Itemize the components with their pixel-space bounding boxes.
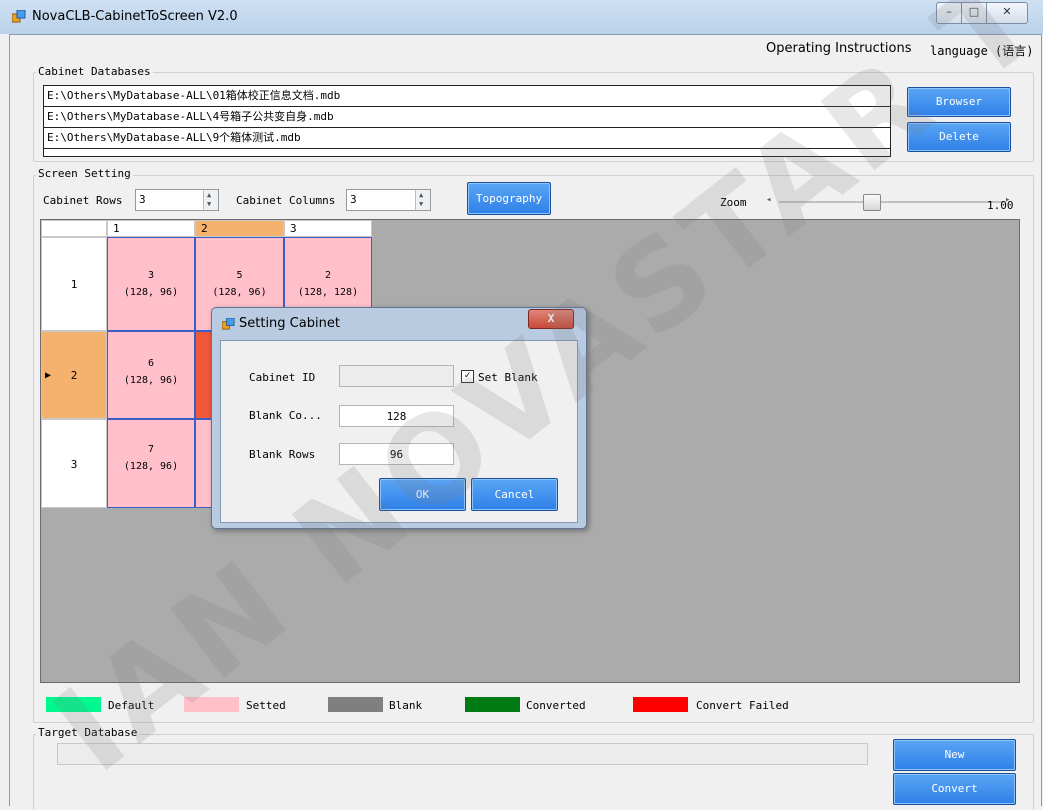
blank-rows-label: Blank Rows xyxy=(249,448,316,461)
spinner-arrows[interactable]: ▲ ▼ xyxy=(415,190,430,210)
cabinet-rows-label: Cabinet Rows xyxy=(43,194,123,207)
slider-thumb[interactable] xyxy=(863,194,881,211)
ok-button[interactable]: OK xyxy=(379,478,466,511)
legend-swatch-setted xyxy=(184,697,239,712)
new-button[interactable]: New xyxy=(893,739,1016,771)
blank-rows-input[interactable]: 96 xyxy=(339,443,454,465)
database-list[interactable]: E:\Others\MyDatabase-ALL\01箱体校正信息文档.mdb … xyxy=(43,85,891,157)
legend-label-converted: Converted xyxy=(526,699,586,712)
slider-left-arrow-icon[interactable]: ◂ xyxy=(766,195,771,205)
legend-label-default: Default xyxy=(108,699,155,712)
blank-cols-input[interactable]: 128 xyxy=(339,405,454,427)
legend-label-blank: Blank xyxy=(389,699,423,712)
cabinet-databases-label: Cabinet Databases xyxy=(36,65,153,78)
cabinet-cell-id: 7 xyxy=(147,444,155,455)
spin-down-icon[interactable]: ▼ xyxy=(207,200,211,208)
database-list-item[interactable]: E:\Others\MyDatabase-ALL\4号箱子公共变自身.mdb xyxy=(44,107,890,128)
dialog-close-button[interactable]: X xyxy=(528,309,574,329)
cabinet-cell-size: (128, 128) xyxy=(297,287,359,298)
legend-swatch-convert-failed xyxy=(633,697,688,712)
screen-setting-label: Screen Setting xyxy=(36,167,133,180)
zoom-slider[interactable]: ◂ ▸ xyxy=(759,194,1014,211)
legend-label-setted: Setted xyxy=(246,699,286,712)
cabinet-id-label: Cabinet ID xyxy=(249,371,316,384)
cabinet-columns-value: 3 xyxy=(350,193,357,206)
set-blank-checkbox[interactable]: ✓ xyxy=(461,370,474,383)
legend-swatch-default xyxy=(46,697,101,712)
legend-swatch-blank xyxy=(328,697,383,712)
browser-button[interactable]: Browser xyxy=(907,87,1011,117)
window-title: NovaCLB-CabinetToScreen V2.0 xyxy=(32,9,238,24)
convert-button[interactable]: Convert xyxy=(893,773,1016,805)
topography-button[interactable]: Topography xyxy=(467,182,551,215)
target-database-input[interactable] xyxy=(57,743,868,765)
minimize-icon: – xyxy=(946,5,952,18)
row-header[interactable]: 1 xyxy=(41,237,107,331)
row-selector-icon: ▶ xyxy=(45,370,52,381)
cabinet-cell-id: 5 xyxy=(236,270,243,281)
setting-cabinet-dialog[interactable]: Setting Cabinet X Cabinet ID ✓ Set Blank… xyxy=(211,307,587,529)
minimize-button[interactable]: – xyxy=(936,2,962,24)
cabinet-cell-id: 6 xyxy=(147,358,155,369)
dialog-app-icon xyxy=(222,318,235,330)
cabinet-cell[interactable]: 7 (128, 96) xyxy=(107,419,195,508)
grid-corner-header xyxy=(41,220,107,237)
menu-language[interactable]: language (语言) xyxy=(930,42,1033,59)
dialog-title: Setting Cabinet xyxy=(239,316,340,331)
slider-track xyxy=(779,201,1004,203)
maximize-button[interactable]: □ xyxy=(961,2,987,24)
cabinet-cell-size: (128, 96) xyxy=(123,461,179,472)
spin-down-icon[interactable]: ▼ xyxy=(419,200,423,208)
close-button[interactable]: ✕ xyxy=(986,2,1028,24)
cabinet-columns-label: Cabinet Columns xyxy=(236,194,336,207)
blank-cols-label: Blank Co... xyxy=(249,409,322,422)
dialog-body: Cabinet ID ✓ Set Blank Blank Co... 128 B… xyxy=(220,340,578,523)
zoom-value: 1.00 xyxy=(987,199,1014,212)
cabinet-cell-id: 3 xyxy=(147,270,155,281)
cabinet-cell[interactable]: 6 (128, 96) xyxy=(107,331,195,419)
check-icon: ✓ xyxy=(464,370,471,381)
cabinet-columns-spinner[interactable]: 3 ▲ ▼ xyxy=(346,189,431,211)
main-window: NovaCLB-CabinetToScreen V2.0 – □ ✕ Opera… xyxy=(0,0,1043,810)
cancel-button[interactable]: Cancel xyxy=(471,478,558,511)
row-header-label: 2 xyxy=(70,369,78,382)
close-icon: X xyxy=(547,312,555,325)
column-header[interactable]: 3 xyxy=(284,220,372,237)
menu-operating-instructions[interactable]: Operating Instructions xyxy=(766,41,911,56)
row-header-selected[interactable]: ▶ 2 xyxy=(41,331,107,419)
cabinet-cell-id: 2 xyxy=(324,270,332,281)
spin-up-icon[interactable]: ▲ xyxy=(207,191,211,199)
legend-label-convert-failed: Convert Failed xyxy=(696,699,789,712)
database-list-item[interactable]: E:\Others\MyDatabase-ALL\01箱体校正信息文档.mdb xyxy=(44,86,890,107)
maximize-icon: □ xyxy=(968,5,980,18)
legend-swatch-converted xyxy=(465,697,520,712)
column-header-selected[interactable]: 2 xyxy=(195,220,284,237)
cabinet-cell-size: (128, 96) xyxy=(123,375,179,386)
close-icon: ✕ xyxy=(1002,5,1012,18)
delete-button[interactable]: Delete xyxy=(907,122,1011,152)
spin-up-icon[interactable]: ▲ xyxy=(419,191,423,199)
cabinet-rows-spinner[interactable]: 3 ▲ ▼ xyxy=(135,189,219,211)
cabinet-rows-value: 3 xyxy=(139,193,146,206)
cabinet-cell[interactable]: 3 (128, 96) xyxy=(107,237,195,331)
database-list-item[interactable]: E:\Others\MyDatabase-ALL\9个箱体测试.mdb xyxy=(44,128,890,149)
row-header[interactable]: 3 xyxy=(41,419,107,508)
app-icon xyxy=(12,10,26,23)
cabinet-cell-size: (128, 96) xyxy=(123,287,179,298)
column-header[interactable]: 1 xyxy=(107,220,195,237)
set-blank-label: Set Blank xyxy=(478,371,538,384)
target-database-label: Target Database xyxy=(36,726,140,739)
spinner-arrows[interactable]: ▲ ▼ xyxy=(203,190,218,210)
zoom-label: Zoom xyxy=(720,196,747,209)
cabinet-cell-size: (128, 96) xyxy=(212,287,267,298)
cabinet-id-input[interactable] xyxy=(339,365,454,387)
title-bar[interactable]: NovaCLB-CabinetToScreen V2.0 – □ ✕ xyxy=(0,0,1043,34)
